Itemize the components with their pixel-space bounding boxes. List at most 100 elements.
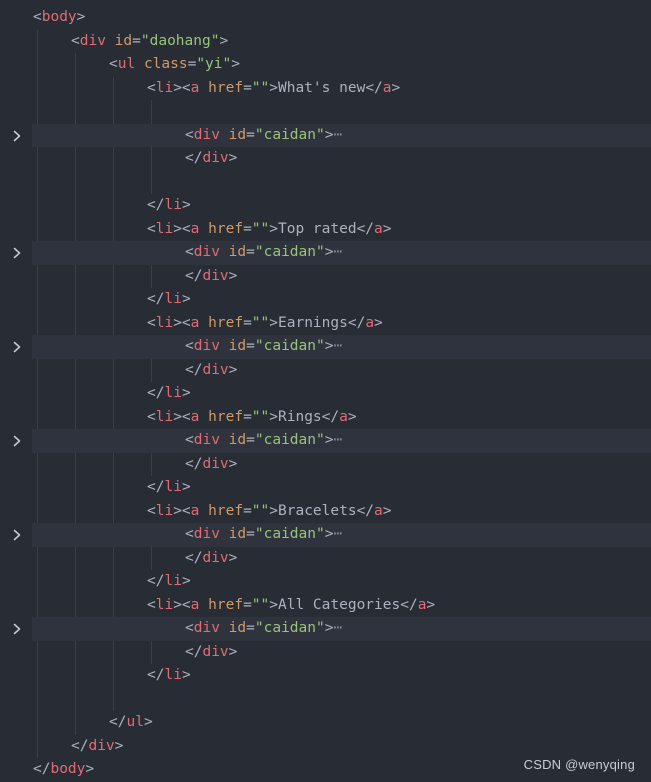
token-punct: =: [246, 126, 255, 143]
code-text: </div>: [185, 547, 237, 571]
token-punct: <: [147, 220, 156, 237]
code-text: </div>: [185, 359, 237, 383]
token-punct: <: [33, 9, 42, 25]
chevron-right-icon[interactable]: [12, 130, 22, 142]
token-punct: =: [246, 526, 255, 542]
token-punct: </: [347, 314, 366, 331]
code-line[interactable]: <li><a href="">Earnings</a>: [0, 312, 651, 336]
token-punct: >: [269, 596, 278, 613]
token-tag: li: [155, 220, 174, 237]
token-punct: ><: [173, 314, 191, 331]
code-line[interactable]: </li>: [0, 288, 651, 312]
token-tag: div: [202, 267, 229, 284]
code-line[interactable]: [0, 171, 651, 195]
token-tag: li: [164, 291, 182, 307]
token-ellipsis: ⋯: [333, 126, 343, 143]
token-str: "caidan": [254, 338, 325, 354]
token-ellipsis: ⋯: [333, 244, 343, 260]
code-line[interactable]: [0, 688, 651, 712]
token-punct: >: [181, 479, 191, 495]
token-tag: body: [41, 9, 77, 25]
code-line[interactable]: <div id="daohang">: [0, 30, 651, 54]
code-line[interactable]: <li><a href="">All Categories</a>: [0, 594, 651, 618]
code-line[interactable]: <ul class="yi">: [0, 53, 651, 77]
code-line[interactable]: <li><a href="">Top rated</a>: [0, 218, 651, 242]
code-text: <div id="caidan">⋯: [185, 335, 342, 359]
token-str: "": [251, 502, 270, 519]
code-line[interactable]: <li><a href="">What's new</a>: [0, 77, 651, 101]
token-str: "caidan": [254, 244, 325, 260]
folded-code-line[interactable]: <div id="caidan">⋯: [0, 123, 651, 147]
code-line[interactable]: </li>: [0, 664, 651, 688]
code-line[interactable]: </ul>: [0, 711, 651, 735]
code-line[interactable]: </li>: [0, 194, 651, 218]
code-line[interactable]: <body>: [0, 6, 651, 30]
token-punct: </: [147, 479, 165, 495]
code-line[interactable]: </div>: [0, 735, 651, 759]
token-punct: >: [181, 291, 191, 307]
code-line[interactable]: <li><a href="">Rings</a>: [0, 406, 651, 430]
code-line[interactable]: </div>: [0, 453, 651, 477]
token-punct: <: [185, 338, 194, 354]
code-text: </div>: [185, 147, 237, 171]
token-punct: </: [356, 220, 375, 237]
chevron-right-icon[interactable]: [12, 623, 22, 635]
token-attr: id: [228, 620, 247, 636]
code-line[interactable]: </div>: [0, 265, 651, 289]
code-line[interactable]: [0, 100, 651, 124]
token-punct: >: [181, 197, 191, 213]
code-text: <li><a href="">What's new</a>: [147, 77, 400, 101]
code-text: <body>: [33, 6, 85, 30]
token-punct: >: [228, 150, 238, 166]
token-tag: li: [164, 479, 182, 495]
token-punct: >: [181, 385, 191, 401]
code-text: <ul class="yi">: [109, 53, 240, 77]
token-punct: =: [246, 338, 255, 354]
folded-code-line[interactable]: <div id="caidan">⋯: [0, 241, 651, 265]
code-line[interactable]: </li>: [0, 382, 651, 406]
code-text: </li>: [147, 476, 191, 500]
token-punct: =: [243, 502, 252, 519]
code-text: <div id="caidan">⋯: [185, 429, 342, 453]
chevron-right-icon[interactable]: [12, 529, 22, 541]
folded-code-line[interactable]: <div id="caidan">⋯: [0, 335, 651, 359]
token-str: "caidan": [254, 126, 325, 143]
token-attr: href: [208, 220, 244, 237]
token-text: Top rated: [278, 220, 357, 237]
token-punct: </: [109, 714, 127, 730]
token-str: "": [251, 220, 270, 237]
token-attr: id: [228, 338, 247, 354]
token-attr: id: [114, 32, 133, 49]
token-attr: href: [208, 79, 244, 96]
token-punct: >: [114, 737, 124, 754]
code-editor[interactable]: <body> <div id="daohang"> <ul class="yi"> <…: [0, 0, 651, 782]
code-line[interactable]: <li><a href="">Bracelets</a>: [0, 500, 651, 524]
code-line[interactable]: </div>: [0, 359, 651, 383]
chevron-right-icon[interactable]: [12, 341, 22, 353]
code-text: </div>: [71, 735, 123, 759]
chevron-right-icon[interactable]: [12, 247, 22, 259]
token-attr: id: [228, 526, 247, 542]
token-tag: a: [374, 502, 383, 519]
token-tag: li: [155, 596, 174, 613]
token-punct: >: [382, 220, 392, 237]
token-punct: <: [185, 244, 194, 260]
folded-code-line[interactable]: <div id="caidan">⋯: [0, 523, 651, 547]
code-line[interactable]: </div>: [0, 147, 651, 171]
token-tag: div: [202, 150, 229, 166]
chevron-right-icon[interactable]: [12, 435, 22, 447]
code-text: <div id="caidan">⋯: [185, 241, 342, 265]
code-line[interactable]: </li>: [0, 476, 651, 500]
code-line[interactable]: </div>: [0, 547, 651, 571]
folded-code-line[interactable]: <div id="caidan">⋯: [0, 429, 651, 453]
token-punct: </: [147, 573, 165, 589]
code-line[interactable]: </div>: [0, 641, 651, 665]
token-tag: li: [155, 314, 174, 331]
token-punct: </: [185, 150, 203, 166]
token-tag: li: [164, 573, 182, 589]
code-line[interactable]: </li>: [0, 570, 651, 594]
folded-code-line[interactable]: <div id="caidan">⋯: [0, 617, 651, 641]
